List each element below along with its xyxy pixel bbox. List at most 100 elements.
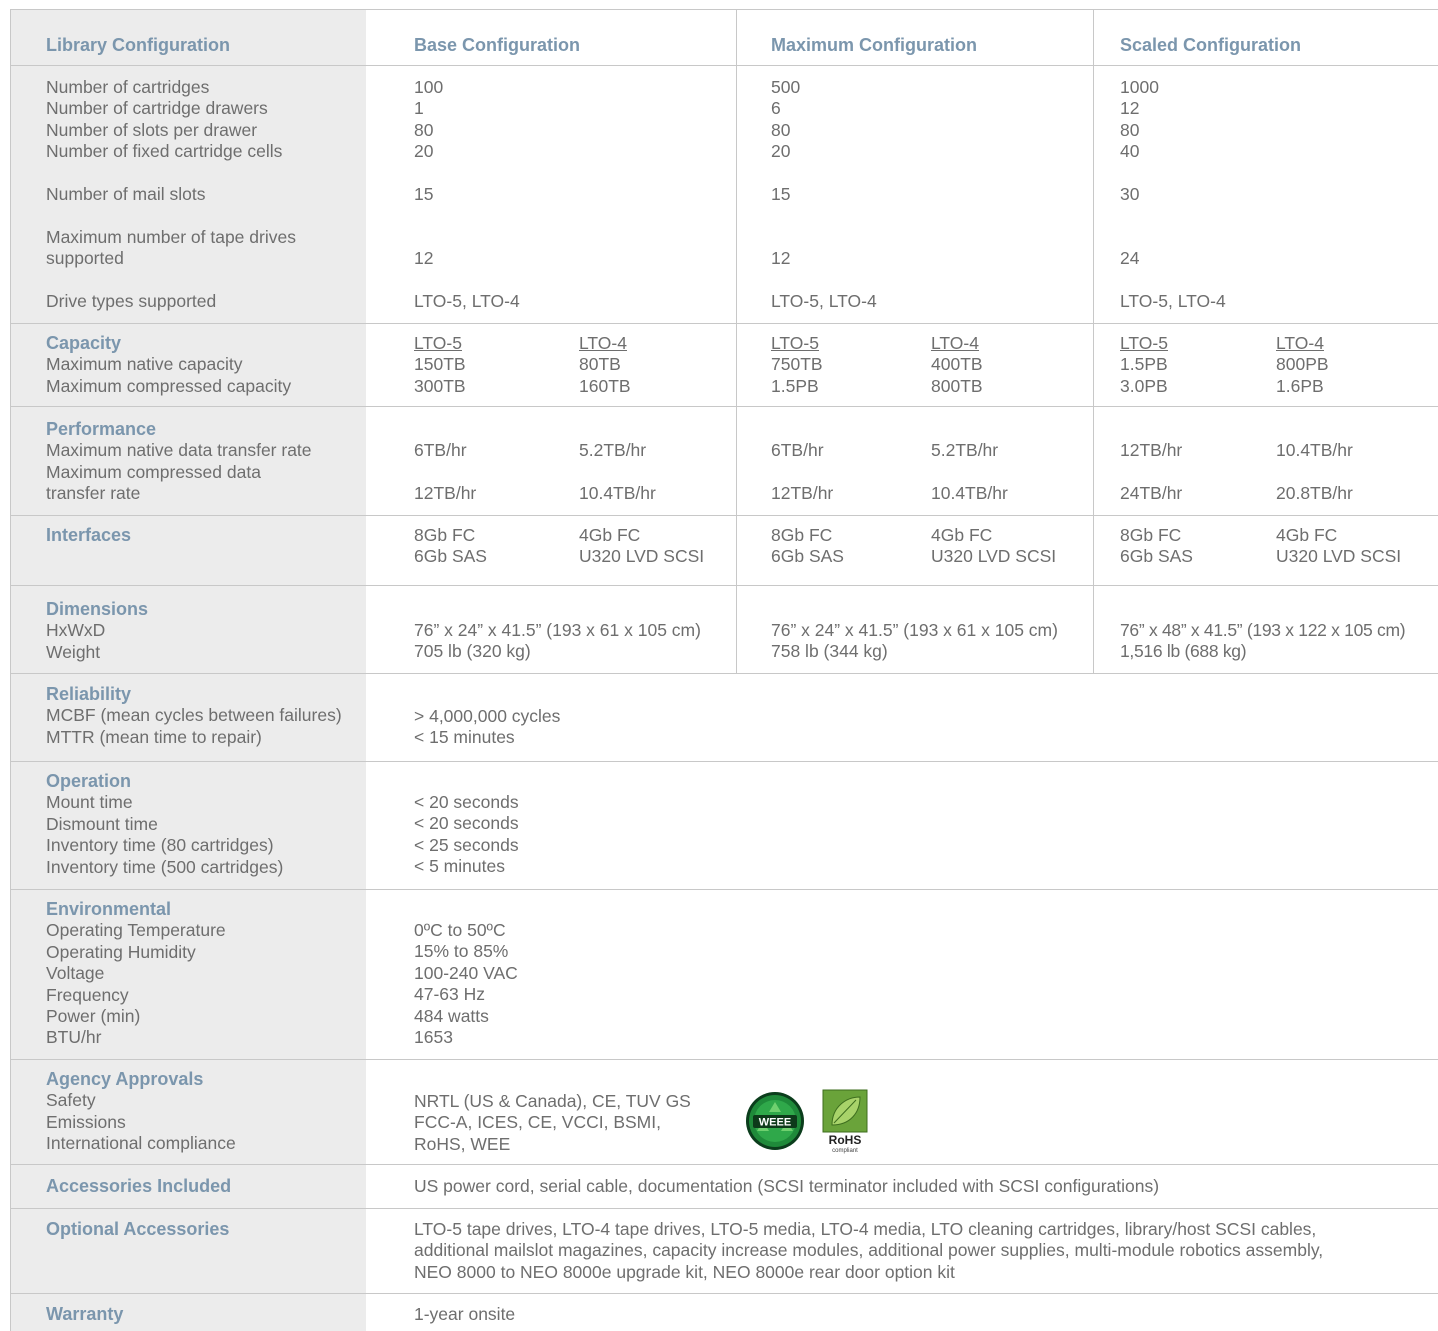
dimensions-value: 76” x 24” x 41.5” (193 x 61 x 105 cm) — [771, 620, 1058, 640]
row-divider — [10, 515, 1438, 516]
optional-accessories-line: LTO-5 tape drives, LTO-4 tape drives, LT… — [414, 1219, 1317, 1239]
tape-drives-label-line: Maximum number of tape drives — [46, 227, 296, 247]
config-label: Number of cartridges — [46, 77, 210, 97]
interface-value: 6Gb SAS — [771, 546, 844, 567]
perf-value: 10.4TB/hr — [579, 483, 656, 503]
environmental-values: 0ºC to 50ºC 15% to 85% 100-240 VAC 47-63… — [414, 920, 518, 1048]
config-base-values: 100 1 80 20 — [414, 77, 443, 163]
capacity-heading: Capacity — [46, 333, 122, 353]
weee-logo-icon: WEEE — [746, 1092, 804, 1150]
mail-slots-maximum: 15 — [771, 184, 791, 204]
warranty-heading: Warranty — [46, 1304, 124, 1324]
interface-value: 6Gb SAS — [1120, 546, 1193, 567]
interface-value: 4Gb FC — [579, 525, 641, 545]
drive-types-maximum: LTO-5, LTO-4 — [771, 291, 877, 311]
dimensions-heading: Dimensions — [46, 599, 149, 619]
config-label: Number of slots per drawer — [46, 119, 258, 140]
mail-slots-scaled: 30 — [1120, 184, 1140, 204]
lto4-subheading: LTO-4 — [931, 333, 979, 353]
drive-types-base: LTO-5, LTO-4 — [414, 291, 520, 311]
capacity-value: 3.0PB — [1120, 375, 1168, 396]
reliability-label: MTTR (mean time to repair) — [46, 726, 262, 747]
dimensions-label: HxWxD — [46, 620, 106, 641]
row-divider — [10, 1293, 1438, 1294]
capacity-value: 400TB — [931, 354, 983, 375]
operation-value: < 5 minutes — [414, 856, 505, 877]
capacity-base-lto4: LTO-4 80TB 160TB — [579, 333, 631, 397]
tape-drives-label-line: supported — [46, 248, 124, 269]
accessories-value: US power cord, serial cable, documentati… — [414, 1176, 1160, 1196]
agency-heading: Agency Approvals — [46, 1069, 204, 1089]
environmental-value: 1653 — [414, 1027, 453, 1048]
column-divider — [1093, 9, 1094, 673]
capacity-maximum-lto4: LTO-4 400TB 800TB — [931, 333, 983, 397]
dimensions-value: 1,516 lb (688 kg) — [1120, 641, 1247, 662]
agency-value: FCC-A, ICES, CE, VCCI, BSMI, — [414, 1112, 661, 1133]
environmental-label: Operating Temperature — [46, 920, 226, 941]
capacity-scaled-lto5: LTO-5 1.5PB 3.0PB — [1120, 333, 1168, 397]
config-value: 100 — [414, 77, 444, 97]
perf-value: 5.2TB/hr — [579, 440, 647, 460]
operation-values: < 20 seconds < 20 seconds < 25 seconds <… — [414, 792, 519, 878]
operation-label: Inventory time (500 cartridges) — [46, 856, 284, 877]
environmental-label: Frequency — [46, 984, 129, 1005]
interface-value: U320 LVD SCSI — [579, 546, 705, 567]
dimensions-value: 76” x 24” x 41.5” (193 x 61 x 105 cm) — [414, 620, 701, 640]
dimensions-scaled: 76” x 48” x 41.5” (193 x 122 x 105 cm) 1… — [1120, 620, 1406, 663]
operation-value: < 20 seconds — [414, 792, 519, 812]
header-library-configuration: Library Configuration — [46, 35, 230, 55]
perf-value: 24TB/hr — [1120, 483, 1183, 503]
perf-value: 12TB/hr — [771, 483, 834, 503]
agency-value: NRTL (US & Canada), CE, TUV GS — [414, 1091, 691, 1111]
drive-types-scaled: LTO-5, LTO-4 — [1120, 291, 1226, 311]
rohs-logo-icon: RoHS compliant — [822, 1089, 868, 1154]
agency-values: NRTL (US & Canada), CE, TUV GS FCC-A, IC… — [414, 1091, 691, 1155]
config-value: 1 — [414, 98, 424, 119]
config-value: 80 — [1120, 119, 1140, 140]
perf-value: 5.2TB/hr — [931, 440, 999, 460]
perf-value: 10.4TB/hr — [1276, 440, 1353, 460]
operation-heading: Operation — [46, 771, 132, 791]
accessories-heading: Accessories Included — [46, 1176, 232, 1196]
lto5-subheading: LTO-5 — [414, 333, 462, 353]
weee-logo-text: WEEE — [759, 1117, 791, 1129]
agency-label: Safety — [46, 1090, 96, 1111]
dimensions-label: Weight — [46, 641, 101, 662]
config-value: 1000 — [1120, 77, 1159, 97]
interface-value: 4Gb FC — [1276, 525, 1338, 545]
row-divider — [10, 323, 1438, 324]
perf-value: 20.8TB/hr — [1276, 483, 1353, 503]
spec-table: Library Configuration Base Configuration… — [10, 9, 1438, 1331]
config-label: Number of cartridge drawers — [46, 98, 268, 119]
environmental-label: BTU/hr — [46, 1027, 102, 1048]
tape-drives-maximum: 12 — [771, 248, 791, 268]
agency-value: RoHS, WEE — [414, 1133, 511, 1154]
row-divider — [10, 1059, 1438, 1060]
row-divider — [10, 585, 1438, 586]
mail-slots-label: Number of mail slots — [46, 184, 206, 204]
rohs-logo-text: RoHS — [829, 1133, 862, 1147]
row-divider — [10, 761, 1438, 762]
capacity-label: Maximum native capacity — [46, 354, 243, 375]
environmental-labels: Environmental Operating Temperature Oper… — [46, 899, 226, 1049]
row-divider — [10, 65, 1438, 66]
operation-label: Inventory time (80 cartridges) — [46, 835, 274, 856]
drive-types-label: Drive types supported — [46, 291, 217, 311]
capacity-maximum-lto5: LTO-5 750TB 1.5PB — [771, 333, 823, 397]
environmental-label: Voltage — [46, 963, 105, 984]
interfaces-base-lto5: 8Gb FC 6Gb SAS — [414, 525, 487, 568]
interfaces-scaled-lto5: 8Gb FC 6Gb SAS — [1120, 525, 1193, 568]
config-value: 12 — [1120, 98, 1140, 119]
warranty-value: 1-year onsite — [414, 1304, 516, 1324]
optional-accessories-heading: Optional Accessories — [46, 1219, 230, 1239]
capacity-value: 800TB — [931, 375, 983, 396]
config-value: 6 — [771, 98, 781, 119]
capacity-base-lto5: LTO-5 150TB 300TB — [414, 333, 466, 397]
dimensions-maximum: 76” x 24” x 41.5” (193 x 61 x 105 cm) 75… — [771, 620, 1058, 663]
header-maximum-configuration: Maximum Configuration — [771, 35, 977, 55]
header-base-configuration: Base Configuration — [414, 35, 581, 55]
capacity-value: 1.6PB — [1276, 375, 1324, 396]
capacity-value: 1.5PB — [1120, 354, 1168, 375]
performance-labels: Performance Maximum native data transfer… — [46, 419, 312, 505]
config-maximum-values: 500 6 80 20 — [771, 77, 800, 163]
